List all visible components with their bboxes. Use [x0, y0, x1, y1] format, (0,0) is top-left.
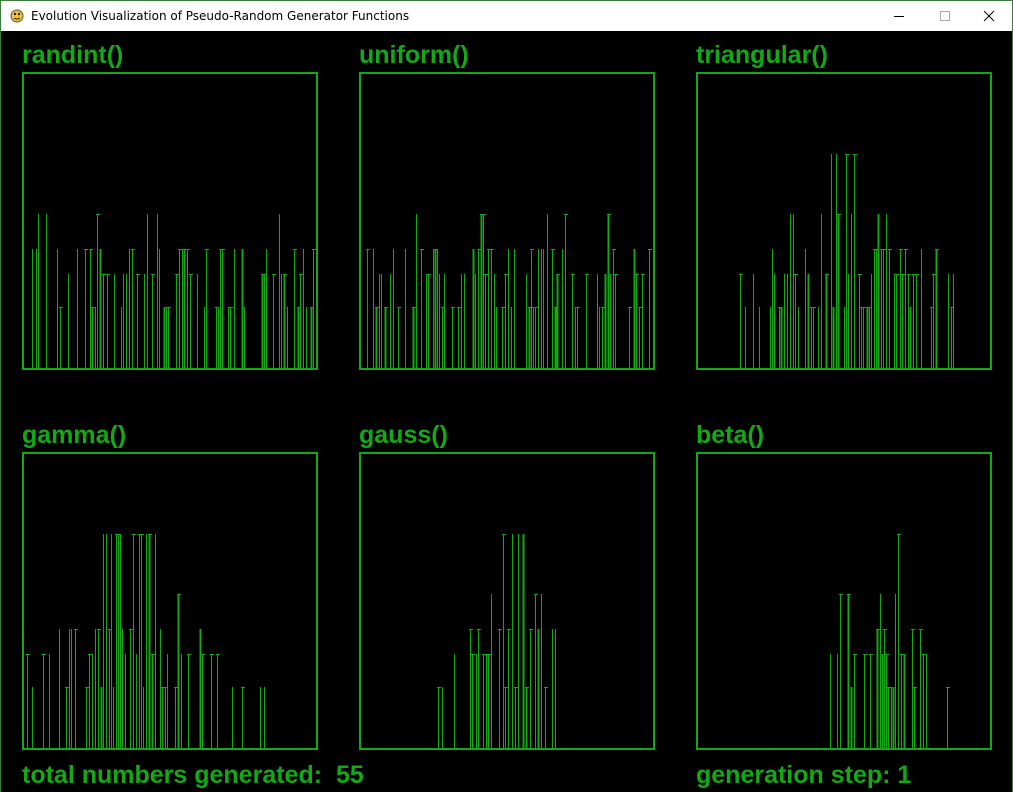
- panel-title-beta: beta(): [696, 421, 765, 449]
- panel-randint: [22, 72, 318, 370]
- histogram-randint: [32, 214, 316, 368]
- maximize-icon: [940, 11, 950, 21]
- panel-triangular: [696, 72, 992, 370]
- histogram-beta: [830, 534, 950, 748]
- maximize-button[interactable]: [922, 1, 968, 31]
- panel-gamma: [22, 452, 318, 750]
- histogram-gamma: [26, 534, 265, 748]
- title-bar[interactable]: Evolution Visualization of Pseudo-Random…: [1, 1, 1012, 31]
- visualization-canvas: randint() uniform() triangular() gamma()…: [1, 31, 1012, 792]
- panel-beta: [696, 452, 992, 750]
- panel-gauss: [359, 452, 655, 750]
- histogram-gauss: [437, 534, 556, 748]
- close-icon: [983, 10, 995, 22]
- panel-title-uniform: uniform(): [359, 41, 469, 69]
- pygame-snake-icon: [10, 9, 24, 23]
- minimize-button[interactable]: [876, 1, 922, 31]
- generation-step-label: generation step: 1: [696, 761, 912, 789]
- minimize-icon: [894, 16, 904, 17]
- app-window: Evolution Visualization of Pseudo-Random…: [0, 0, 1013, 792]
- window-title: Evolution Visualization of Pseudo-Random…: [31, 9, 410, 23]
- histogram-uniform: [366, 214, 652, 368]
- panel-title-randint: randint(): [22, 41, 124, 69]
- panel-uniform: [359, 72, 655, 370]
- panel-title-triangular: triangular(): [696, 41, 828, 69]
- close-button[interactable]: [966, 1, 1012, 31]
- panel-title-gamma: gamma(): [22, 421, 127, 449]
- histogram-triangular: [739, 154, 954, 368]
- total-numbers-label: total numbers generated: 55: [22, 761, 364, 789]
- panel-title-gauss: gauss(): [359, 421, 448, 449]
